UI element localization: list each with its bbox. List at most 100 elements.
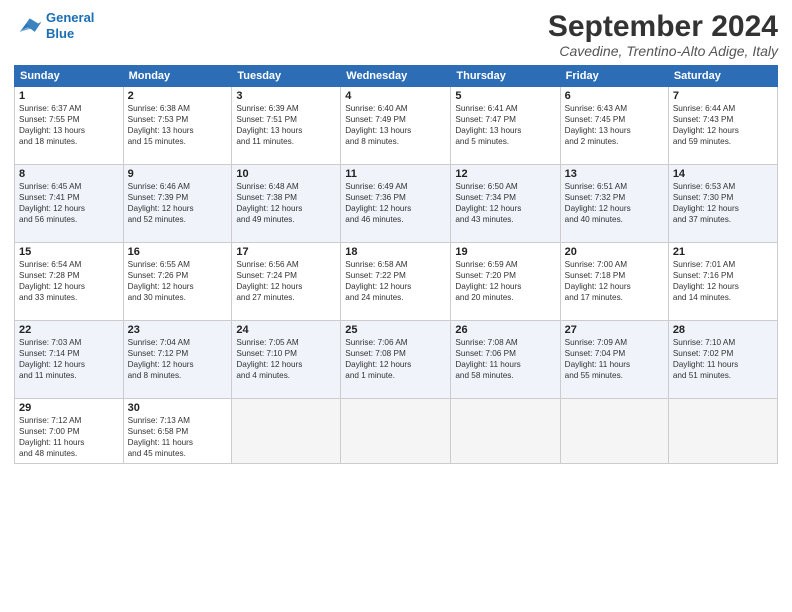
calendar-subtitle: Cavedine, Trentino-Alto Adige, Italy: [548, 43, 778, 59]
day-cell: 6Sunrise: 6:43 AM Sunset: 7:45 PM Daylig…: [560, 87, 668, 165]
day-cell: 12Sunrise: 6:50 AM Sunset: 7:34 PM Dayli…: [451, 165, 560, 243]
day-cell: 29Sunrise: 7:12 AM Sunset: 7:00 PM Dayli…: [15, 399, 124, 464]
logo: General Blue: [14, 10, 94, 41]
col-thursday: Thursday: [451, 66, 560, 87]
day-cell: 2Sunrise: 6:38 AM Sunset: 7:53 PM Daylig…: [123, 87, 232, 165]
day-cell: 13Sunrise: 6:51 AM Sunset: 7:32 PM Dayli…: [560, 165, 668, 243]
day-number: 13: [565, 168, 664, 180]
day-number: 4: [345, 90, 446, 102]
header-row: Sunday Monday Tuesday Wednesday Thursday…: [15, 66, 778, 87]
day-info: Sunrise: 6:40 AM Sunset: 7:49 PM Dayligh…: [345, 103, 446, 147]
day-info: Sunrise: 6:44 AM Sunset: 7:43 PM Dayligh…: [673, 103, 773, 147]
day-cell: 16Sunrise: 6:55 AM Sunset: 7:26 PM Dayli…: [123, 243, 232, 321]
day-info: Sunrise: 7:06 AM Sunset: 7:08 PM Dayligh…: [345, 337, 446, 381]
week-row-1: 1Sunrise: 6:37 AM Sunset: 7:55 PM Daylig…: [15, 87, 778, 165]
day-info: Sunrise: 7:01 AM Sunset: 7:16 PM Dayligh…: [673, 259, 773, 303]
day-number: 9: [128, 168, 228, 180]
day-info: Sunrise: 7:12 AM Sunset: 7:00 PM Dayligh…: [19, 415, 119, 459]
day-number: 8: [19, 168, 119, 180]
logo-line1: General: [46, 10, 94, 25]
day-number: 26: [455, 324, 555, 336]
calendar-page: General Blue September 2024 Cavedine, Tr…: [0, 0, 792, 612]
week-row-4: 22Sunrise: 7:03 AM Sunset: 7:14 PM Dayli…: [15, 321, 778, 399]
day-cell: 5Sunrise: 6:41 AM Sunset: 7:47 PM Daylig…: [451, 87, 560, 165]
day-cell: 21Sunrise: 7:01 AM Sunset: 7:16 PM Dayli…: [668, 243, 777, 321]
day-cell: [560, 399, 668, 464]
day-cell: 8Sunrise: 6:45 AM Sunset: 7:41 PM Daylig…: [15, 165, 124, 243]
day-info: Sunrise: 6:53 AM Sunset: 7:30 PM Dayligh…: [673, 181, 773, 225]
day-info: Sunrise: 7:00 AM Sunset: 7:18 PM Dayligh…: [565, 259, 664, 303]
day-number: 19: [455, 246, 555, 258]
day-cell: 11Sunrise: 6:49 AM Sunset: 7:36 PM Dayli…: [341, 165, 451, 243]
week-row-3: 15Sunrise: 6:54 AM Sunset: 7:28 PM Dayli…: [15, 243, 778, 321]
day-number: 6: [565, 90, 664, 102]
day-cell: 1Sunrise: 6:37 AM Sunset: 7:55 PM Daylig…: [15, 87, 124, 165]
day-number: 29: [19, 402, 119, 414]
header: General Blue September 2024 Cavedine, Tr…: [14, 10, 778, 59]
day-number: 20: [565, 246, 664, 258]
day-cell: 27Sunrise: 7:09 AM Sunset: 7:04 PM Dayli…: [560, 321, 668, 399]
day-number: 21: [673, 246, 773, 258]
day-number: 15: [19, 246, 119, 258]
week-row-5: 29Sunrise: 7:12 AM Sunset: 7:00 PM Dayli…: [15, 399, 778, 464]
day-cell: 4Sunrise: 6:40 AM Sunset: 7:49 PM Daylig…: [341, 87, 451, 165]
day-info: Sunrise: 6:58 AM Sunset: 7:22 PM Dayligh…: [345, 259, 446, 303]
day-cell: 15Sunrise: 6:54 AM Sunset: 7:28 PM Dayli…: [15, 243, 124, 321]
day-cell: 10Sunrise: 6:48 AM Sunset: 7:38 PM Dayli…: [232, 165, 341, 243]
day-info: Sunrise: 6:39 AM Sunset: 7:51 PM Dayligh…: [236, 103, 336, 147]
col-monday: Monday: [123, 66, 232, 87]
week-row-2: 8Sunrise: 6:45 AM Sunset: 7:41 PM Daylig…: [15, 165, 778, 243]
day-cell: 30Sunrise: 7:13 AM Sunset: 6:58 PM Dayli…: [123, 399, 232, 464]
day-number: 7: [673, 90, 773, 102]
day-number: 27: [565, 324, 664, 336]
logo-line2: Blue: [46, 26, 74, 41]
calendar-title: September 2024: [548, 10, 778, 43]
logo-text: General Blue: [46, 10, 94, 41]
day-number: 2: [128, 90, 228, 102]
day-info: Sunrise: 7:08 AM Sunset: 7:06 PM Dayligh…: [455, 337, 555, 381]
day-cell: 18Sunrise: 6:58 AM Sunset: 7:22 PM Dayli…: [341, 243, 451, 321]
day-number: 28: [673, 324, 773, 336]
day-info: Sunrise: 6:55 AM Sunset: 7:26 PM Dayligh…: [128, 259, 228, 303]
day-number: 25: [345, 324, 446, 336]
day-cell: 17Sunrise: 6:56 AM Sunset: 7:24 PM Dayli…: [232, 243, 341, 321]
day-info: Sunrise: 6:38 AM Sunset: 7:53 PM Dayligh…: [128, 103, 228, 147]
day-cell: 26Sunrise: 7:08 AM Sunset: 7:06 PM Dayli…: [451, 321, 560, 399]
day-info: Sunrise: 7:09 AM Sunset: 7:04 PM Dayligh…: [565, 337, 664, 381]
calendar-table: Sunday Monday Tuesday Wednesday Thursday…: [14, 65, 778, 464]
day-cell: 25Sunrise: 7:06 AM Sunset: 7:08 PM Dayli…: [341, 321, 451, 399]
day-info: Sunrise: 6:49 AM Sunset: 7:36 PM Dayligh…: [345, 181, 446, 225]
day-info: Sunrise: 6:41 AM Sunset: 7:47 PM Dayligh…: [455, 103, 555, 147]
day-info: Sunrise: 6:56 AM Sunset: 7:24 PM Dayligh…: [236, 259, 336, 303]
day-number: 14: [673, 168, 773, 180]
day-info: Sunrise: 6:45 AM Sunset: 7:41 PM Dayligh…: [19, 181, 119, 225]
day-info: Sunrise: 6:43 AM Sunset: 7:45 PM Dayligh…: [565, 103, 664, 147]
day-cell: 28Sunrise: 7:10 AM Sunset: 7:02 PM Dayli…: [668, 321, 777, 399]
day-info: Sunrise: 6:37 AM Sunset: 7:55 PM Dayligh…: [19, 103, 119, 147]
day-number: 11: [345, 168, 446, 180]
day-cell: [668, 399, 777, 464]
day-info: Sunrise: 7:03 AM Sunset: 7:14 PM Dayligh…: [19, 337, 119, 381]
day-number: 23: [128, 324, 228, 336]
day-cell: 7Sunrise: 6:44 AM Sunset: 7:43 PM Daylig…: [668, 87, 777, 165]
col-tuesday: Tuesday: [232, 66, 341, 87]
day-cell: [451, 399, 560, 464]
day-cell: [341, 399, 451, 464]
day-number: 18: [345, 246, 446, 258]
day-cell: [232, 399, 341, 464]
day-info: Sunrise: 7:04 AM Sunset: 7:12 PM Dayligh…: [128, 337, 228, 381]
day-number: 30: [128, 402, 228, 414]
day-info: Sunrise: 7:10 AM Sunset: 7:02 PM Dayligh…: [673, 337, 773, 381]
day-cell: 20Sunrise: 7:00 AM Sunset: 7:18 PM Dayli…: [560, 243, 668, 321]
day-cell: 19Sunrise: 6:59 AM Sunset: 7:20 PM Dayli…: [451, 243, 560, 321]
title-block: September 2024 Cavedine, Trentino-Alto A…: [548, 10, 778, 59]
day-info: Sunrise: 7:05 AM Sunset: 7:10 PM Dayligh…: [236, 337, 336, 381]
col-sunday: Sunday: [15, 66, 124, 87]
day-cell: 24Sunrise: 7:05 AM Sunset: 7:10 PM Dayli…: [232, 321, 341, 399]
logo-icon: [14, 15, 42, 37]
day-number: 24: [236, 324, 336, 336]
day-number: 5: [455, 90, 555, 102]
day-info: Sunrise: 6:54 AM Sunset: 7:28 PM Dayligh…: [19, 259, 119, 303]
day-info: Sunrise: 6:50 AM Sunset: 7:34 PM Dayligh…: [455, 181, 555, 225]
day-cell: 9Sunrise: 6:46 AM Sunset: 7:39 PM Daylig…: [123, 165, 232, 243]
